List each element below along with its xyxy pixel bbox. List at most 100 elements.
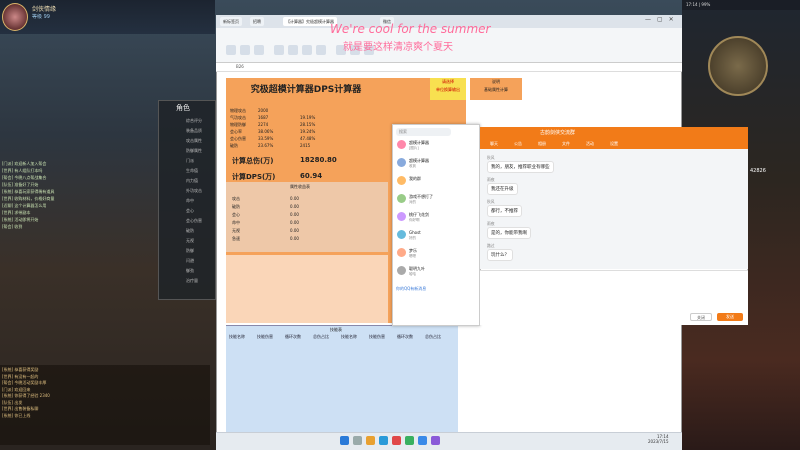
contact-name[interactable]: 我的群 [409,176,421,182]
wechat-icon[interactable] [405,436,414,445]
stat-percent: 2415 [300,143,311,148]
contact-avatar[interactable] [397,194,406,203]
folder-icon[interactable] [366,436,375,445]
group-tab[interactable]: 设置 [610,141,618,147]
character-panel-item[interactable]: 外功攻击 [186,188,202,194]
contact-avatar[interactable] [397,212,406,221]
format-painter-icon[interactable] [254,45,264,55]
taskbar-clock: 17:14 2023/7/15 [648,434,669,444]
chat-line: [世界] 求带副本 [2,210,31,215]
character-panel-item[interactable]: 破防 [186,228,194,234]
undo-icon[interactable] [226,45,236,55]
start-icon[interactable] [340,436,349,445]
character-panel-item[interactable]: 闪避 [186,258,194,264]
character-panel-item[interactable]: 攻击属性 [186,138,202,144]
gain-label: 命中 [232,220,240,225]
message-bubble: 都行，不推荐 [487,205,522,217]
group-tab[interactable]: 相册 [538,141,546,147]
stat-value[interactable]: 23.67% [258,143,273,148]
window-controls[interactable]: —▢✕ [645,16,680,23]
chat-line: [世界] 收购材料，价格好商量 [2,196,55,201]
character-panel-item[interactable]: 会心 [186,208,194,214]
send-button[interactable]: 发送 [717,313,743,321]
character-panel-item[interactable]: 命中 [186,198,194,204]
close-button[interactable]: 关闭 [690,313,712,321]
contact-avatar[interactable] [397,266,406,275]
stat-value[interactable]: 33.59% [258,136,273,141]
gain-value: 0.00 [290,212,299,217]
font-color-icon[interactable] [302,45,312,55]
group-tab[interactable]: 活动 [586,141,594,147]
gain-label: 会心 [232,212,240,217]
fill-color-icon[interactable] [316,45,326,55]
browser-icon[interactable] [379,436,388,445]
qq-icon[interactable] [418,436,427,445]
contact-avatar[interactable] [397,176,406,185]
skill-table [226,325,458,440]
browser-tab[interactable]: 新标签页 [220,17,242,26]
contact-last-message: 哈哈 [409,272,416,276]
formula-bar[interactable] [216,63,682,72]
message-bubble: 我的，朋友，推荐职业有哪些 [487,161,554,173]
contact-avatar[interactable] [397,230,406,239]
stat-name: 会心伤害 [230,136,246,141]
stat-value[interactable]: 2000 [258,108,268,113]
stat-value[interactable]: 1687 [258,115,268,120]
qq-search-input[interactable]: 搜索 [396,128,451,136]
gain-label: 攻击 [232,196,240,201]
contact-name[interactable]: Ghost [409,230,421,235]
italic-icon[interactable] [288,45,298,55]
browser-tab[interactable]: 招聘 [250,17,264,26]
contact-avatar[interactable] [397,140,406,149]
group-tab[interactable]: 聊天 [490,141,498,147]
gain-value: 0.00 [290,220,299,225]
skill-table-header: 技能伤害 [369,334,385,339]
total-dps-label: 计算DPS(万) [232,173,276,181]
character-panel-item[interactable]: 治疗量 [186,278,198,284]
box2-line: 说明 [492,79,500,84]
app-icon[interactable] [392,436,401,445]
gain-value: 0.00 [290,236,299,241]
clock-date: 2023/7/15 [648,439,669,444]
skill-table-title: 技能表 [330,327,342,332]
character-panel-item[interactable]: 门派 [186,158,194,164]
group-chat-title: 古韵剑侠交流群 [540,130,576,136]
stat-value[interactable]: 38.06% [258,129,273,134]
unit-selector-box[interactable]: 请选择 单位换算输出 [430,78,466,100]
character-panel-item[interactable]: 会心伤害 [186,218,202,224]
stat-value[interactable]: 2274 [258,122,268,127]
minimap[interactable] [708,36,768,96]
data-grid [226,255,388,323]
character-panel-item[interactable]: 防御属性 [186,148,202,154]
skill-table-header: 技能名称 [341,334,357,339]
gain-label: 破防 [232,204,240,209]
group-tab[interactable]: 文件 [562,141,570,147]
qq-footer-link[interactable]: 你的QQ有新消息 [396,286,426,292]
gain-value: 0.00 [290,228,299,233]
cell-reference[interactable]: B26 [236,64,244,69]
gain-label: 急速 [232,236,240,241]
os-status-text: 17:14 | 99% [682,0,800,10]
game-icon[interactable] [431,436,440,445]
skill-table-header: 循环次数 [397,334,413,339]
player-avatar[interactable] [2,3,28,31]
game-chat-log-2: [系统] 恭喜获得奖励 [世界] 有没有一起的 [帮会] 今晚活动奖励丰厚 [门派] … [0,365,210,445]
group-tab[interactable]: 公告 [514,141,522,147]
browser-tab-active[interactable]: 【计算器】究极超模计算器 [283,17,337,26]
search-icon[interactable] [353,436,362,445]
instructions-box: 说明 基础属性计算 [470,78,522,100]
character-panel-item[interactable]: 内力值 [186,178,198,184]
contact-avatar[interactable] [397,248,406,257]
chat-line: [系统] 活动即将开始 [2,217,39,222]
character-panel-item[interactable]: 综合评分 [186,118,202,124]
character-panel-item[interactable]: 无视 [186,238,194,244]
character-panel-item[interactable]: 防御 [186,248,194,254]
character-panel-item[interactable]: 生命值 [186,168,198,174]
character-panel-item[interactable]: 御劲 [186,268,194,274]
bold-icon[interactable] [274,45,284,55]
character-panel-item[interactable]: 装备品质 [186,128,202,134]
player-level: 等级 99 [32,14,50,20]
redo-icon[interactable] [240,45,250,55]
stat-name: 会心率 [230,129,242,134]
contact-avatar[interactable] [397,158,406,167]
